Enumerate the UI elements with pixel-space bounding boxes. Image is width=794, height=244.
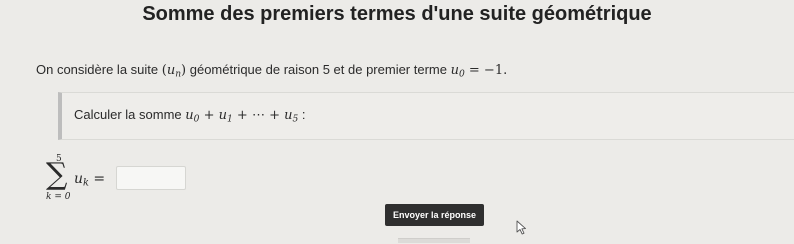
question-label: Calculer la somme — [74, 107, 186, 122]
sum-lower-bound: k = 0 — [46, 192, 71, 202]
intro-period: . — [503, 63, 508, 78]
plus-sign: + — [199, 108, 219, 123]
sequence-notation: (un) — [162, 63, 186, 79]
sigma-icon: ∑ — [46, 157, 68, 192]
ellipsis: + ⋯ + — [232, 108, 285, 123]
problem-statement: On considère la suite (un) géométrique d… — [36, 62, 508, 79]
bottom-divider — [398, 238, 470, 243]
submit-answer-button[interactable]: Envoyer la réponse — [385, 204, 484, 226]
equals-sign: = — [88, 171, 106, 187]
question-text: Calculer la somme u0 + u1 + ⋯ + u5 : — [74, 107, 306, 124]
question-colon: : — [298, 107, 306, 122]
first-term-var: u — [450, 63, 459, 78]
first-term-value: = −1 — [464, 63, 504, 78]
summand: uk = — [74, 171, 106, 188]
summand-var: u — [74, 171, 84, 187]
page-title: Somme des premiers termes d'une suite gé… — [142, 3, 652, 25]
intro-text-start: On considère la suite — [36, 62, 162, 77]
sum-term-1-var: u — [218, 108, 227, 123]
first-term-notation: u0 = −1. — [450, 63, 508, 79]
sequence-var: u — [166, 63, 176, 78]
sum-term-0-var: u — [185, 108, 194, 123]
sum-expression: u0 + u1 + ⋯ + u5 — [185, 108, 298, 124]
mouse-pointer-icon — [516, 220, 526, 235]
intro-text-middle: géométrique de raison 5 et de premier te… — [186, 62, 451, 77]
question-box: Calculer la somme u0 + u1 + ⋯ + u5 : — [58, 92, 794, 140]
answer-input[interactable] — [116, 166, 186, 190]
